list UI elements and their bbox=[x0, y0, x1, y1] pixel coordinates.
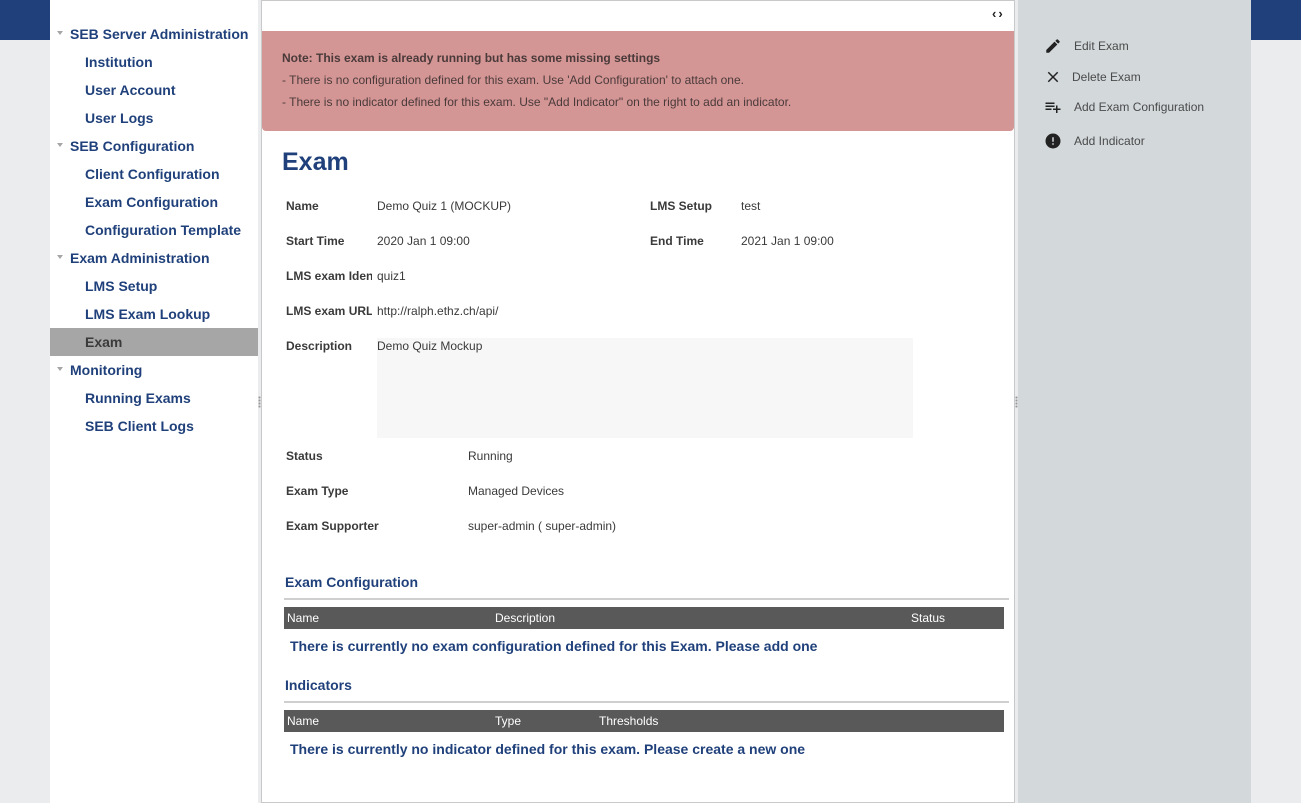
expand-triangle-icon bbox=[57, 255, 63, 259]
indicators-table-header: Name Type Thresholds bbox=[284, 710, 1004, 732]
sidebar-item-label: Exam Configuration bbox=[85, 194, 219, 210]
add-indicator-label: Add Indicator bbox=[1074, 134, 1145, 148]
exam-configuration-section-title: Exam Configuration bbox=[285, 574, 419, 590]
name-label: Name bbox=[286, 199, 319, 213]
expand-triangle-icon bbox=[57, 31, 63, 35]
lms-exam-identifier-label: LMS exam Identifier bbox=[286, 269, 372, 283]
start-time-value: 2020 Jan 1 09:00 bbox=[377, 234, 470, 248]
end-time-label: End Time bbox=[650, 234, 704, 248]
exam-type-label: Exam Type bbox=[286, 484, 349, 498]
nav-section-seb-server-administration[interactable]: SEB Server Administration bbox=[50, 20, 258, 48]
warning-line: - There is no configuration defined for … bbox=[282, 73, 744, 87]
lms-setup-label: LMS Setup bbox=[650, 199, 712, 213]
indicators-empty-message: There is currently no indicator defined … bbox=[290, 741, 806, 757]
add-exam-configuration-label: Add Exam Configuration bbox=[1074, 100, 1205, 114]
top-bar-left bbox=[0, 0, 50, 40]
sidebar-item-lms-exam-lookup[interactable]: LMS Exam Lookup bbox=[50, 300, 258, 328]
sidebar-item-label: Running Exams bbox=[85, 390, 191, 406]
section-divider bbox=[284, 701, 1009, 703]
column-header-name[interactable]: Name bbox=[287, 611, 319, 625]
section-divider bbox=[284, 598, 1009, 600]
column-header-description[interactable]: Description bbox=[495, 611, 555, 625]
edit-exam-label: Edit Exam bbox=[1074, 39, 1129, 53]
sidebar-item-label: LMS Exam Lookup bbox=[85, 306, 211, 322]
main-content-panel: ‹› Note: This exam is already running bu… bbox=[261, 0, 1015, 803]
sidebar-item-configuration-template[interactable]: Configuration Template bbox=[50, 216, 258, 244]
top-bar-right bbox=[1251, 0, 1301, 40]
description-field: Demo Quiz Mockup bbox=[377, 338, 913, 438]
page-title: Exam bbox=[282, 148, 349, 176]
nav-section-seb-configuration[interactable]: SEB Configuration bbox=[50, 132, 258, 160]
name-value: Demo Quiz 1 (MOCKUP) bbox=[377, 199, 512, 213]
exclamation-circle-icon bbox=[1045, 133, 1061, 149]
nav-section-label: SEB Server Administration bbox=[70, 26, 249, 42]
sidebar-item-seb-client-logs[interactable]: SEB Client Logs bbox=[50, 412, 258, 440]
expand-triangle-icon bbox=[57, 367, 63, 371]
action-panel: Edit Exam Delete Exam Add Exam Configura… bbox=[1018, 0, 1251, 803]
missing-settings-warning: Note: This exam is already running but h… bbox=[262, 31, 1014, 131]
lms-setup-value: test bbox=[741, 199, 761, 213]
lms-exam-url-value: http://ralph.ethz.ch/api/ bbox=[377, 304, 499, 318]
column-header-status[interactable]: Status bbox=[911, 611, 945, 625]
sidebar-item-institution[interactable]: Institution bbox=[50, 48, 258, 76]
sidebar-item-label: LMS Setup bbox=[85, 278, 158, 294]
lms-exam-url-label: LMS exam URL bbox=[286, 304, 372, 318]
exam-type-value: Managed Devices bbox=[468, 484, 565, 498]
nav-section-exam-administration[interactable]: Exam Administration bbox=[50, 244, 258, 272]
sidebar-item-exam-configuration[interactable]: Exam Configuration bbox=[50, 188, 258, 216]
playlist-add-icon bbox=[1045, 102, 1061, 113]
sidebar-item-client-configuration[interactable]: Client Configuration bbox=[50, 160, 258, 188]
sidebar-item-label: Configuration Template bbox=[85, 222, 242, 238]
sidebar-item-running-exams[interactable]: Running Exams bbox=[50, 384, 258, 412]
column-header-type[interactable]: Type bbox=[495, 714, 521, 728]
close-icon bbox=[1047, 71, 1059, 83]
status-value: Running bbox=[468, 449, 513, 463]
exam-configuration-empty-message: There is currently no exam configuration… bbox=[290, 638, 818, 654]
exam-configuration-table-header: Name Description Status bbox=[284, 607, 1004, 629]
edit-icon bbox=[1046, 39, 1060, 53]
sidebar-item-label: User Account bbox=[85, 82, 176, 98]
sidebar-item-user-logs[interactable]: User Logs bbox=[50, 104, 258, 132]
sidebar-item-label: Institution bbox=[85, 54, 153, 70]
status-label: Status bbox=[286, 449, 323, 463]
delete-exam-action[interactable]: Delete Exam bbox=[1044, 67, 1141, 87]
sidebar-item-user-account[interactable]: User Account bbox=[50, 76, 258, 104]
sidebar-item-label: Client Configuration bbox=[85, 166, 220, 182]
add-indicator-action[interactable]: Add Indicator bbox=[1044, 131, 1145, 151]
delete-exam-label: Delete Exam bbox=[1072, 70, 1141, 84]
nav-section-label: Exam Administration bbox=[70, 250, 210, 266]
sidebar-item-lms-setup[interactable]: LMS Setup bbox=[50, 272, 258, 300]
edit-exam-action[interactable]: Edit Exam bbox=[1044, 36, 1129, 56]
column-header-thresholds[interactable]: Thresholds bbox=[599, 714, 658, 728]
sidebar-item-label: Exam bbox=[85, 334, 123, 350]
sidebar-item-exam[interactable]: Exam bbox=[50, 328, 258, 356]
sidebar-navigation: SEB Server Administration Institution Us… bbox=[50, 0, 258, 803]
lms-exam-identifier-value: quiz1 bbox=[377, 269, 406, 283]
exam-supporter-label: Exam Supporter bbox=[286, 519, 379, 533]
column-header-name[interactable]: Name bbox=[287, 714, 319, 728]
end-time-value: 2021 Jan 1 09:00 bbox=[741, 234, 834, 248]
nav-section-monitoring[interactable]: Monitoring bbox=[50, 356, 258, 384]
nav-section-label: SEB Configuration bbox=[70, 138, 195, 154]
exam-supporter-value: super-admin ( super-admin) bbox=[468, 519, 617, 533]
warning-line: - There is no indicator defined for this… bbox=[282, 95, 792, 109]
sidebar-item-label: SEB Client Logs bbox=[85, 418, 194, 434]
add-exam-configuration-action[interactable]: Add Exam Configuration bbox=[1044, 97, 1204, 117]
expand-triangle-icon bbox=[57, 143, 63, 147]
description-label: Description bbox=[286, 339, 353, 353]
start-time-label: Start Time bbox=[286, 234, 345, 248]
nav-section-label: Monitoring bbox=[70, 362, 143, 378]
indicators-section-title: Indicators bbox=[285, 677, 352, 693]
warning-title: Note: This exam is already running but h… bbox=[282, 51, 661, 65]
expand-collapse-icon[interactable]: ‹› bbox=[992, 6, 1014, 22]
sidebar-item-label: User Logs bbox=[85, 110, 154, 126]
